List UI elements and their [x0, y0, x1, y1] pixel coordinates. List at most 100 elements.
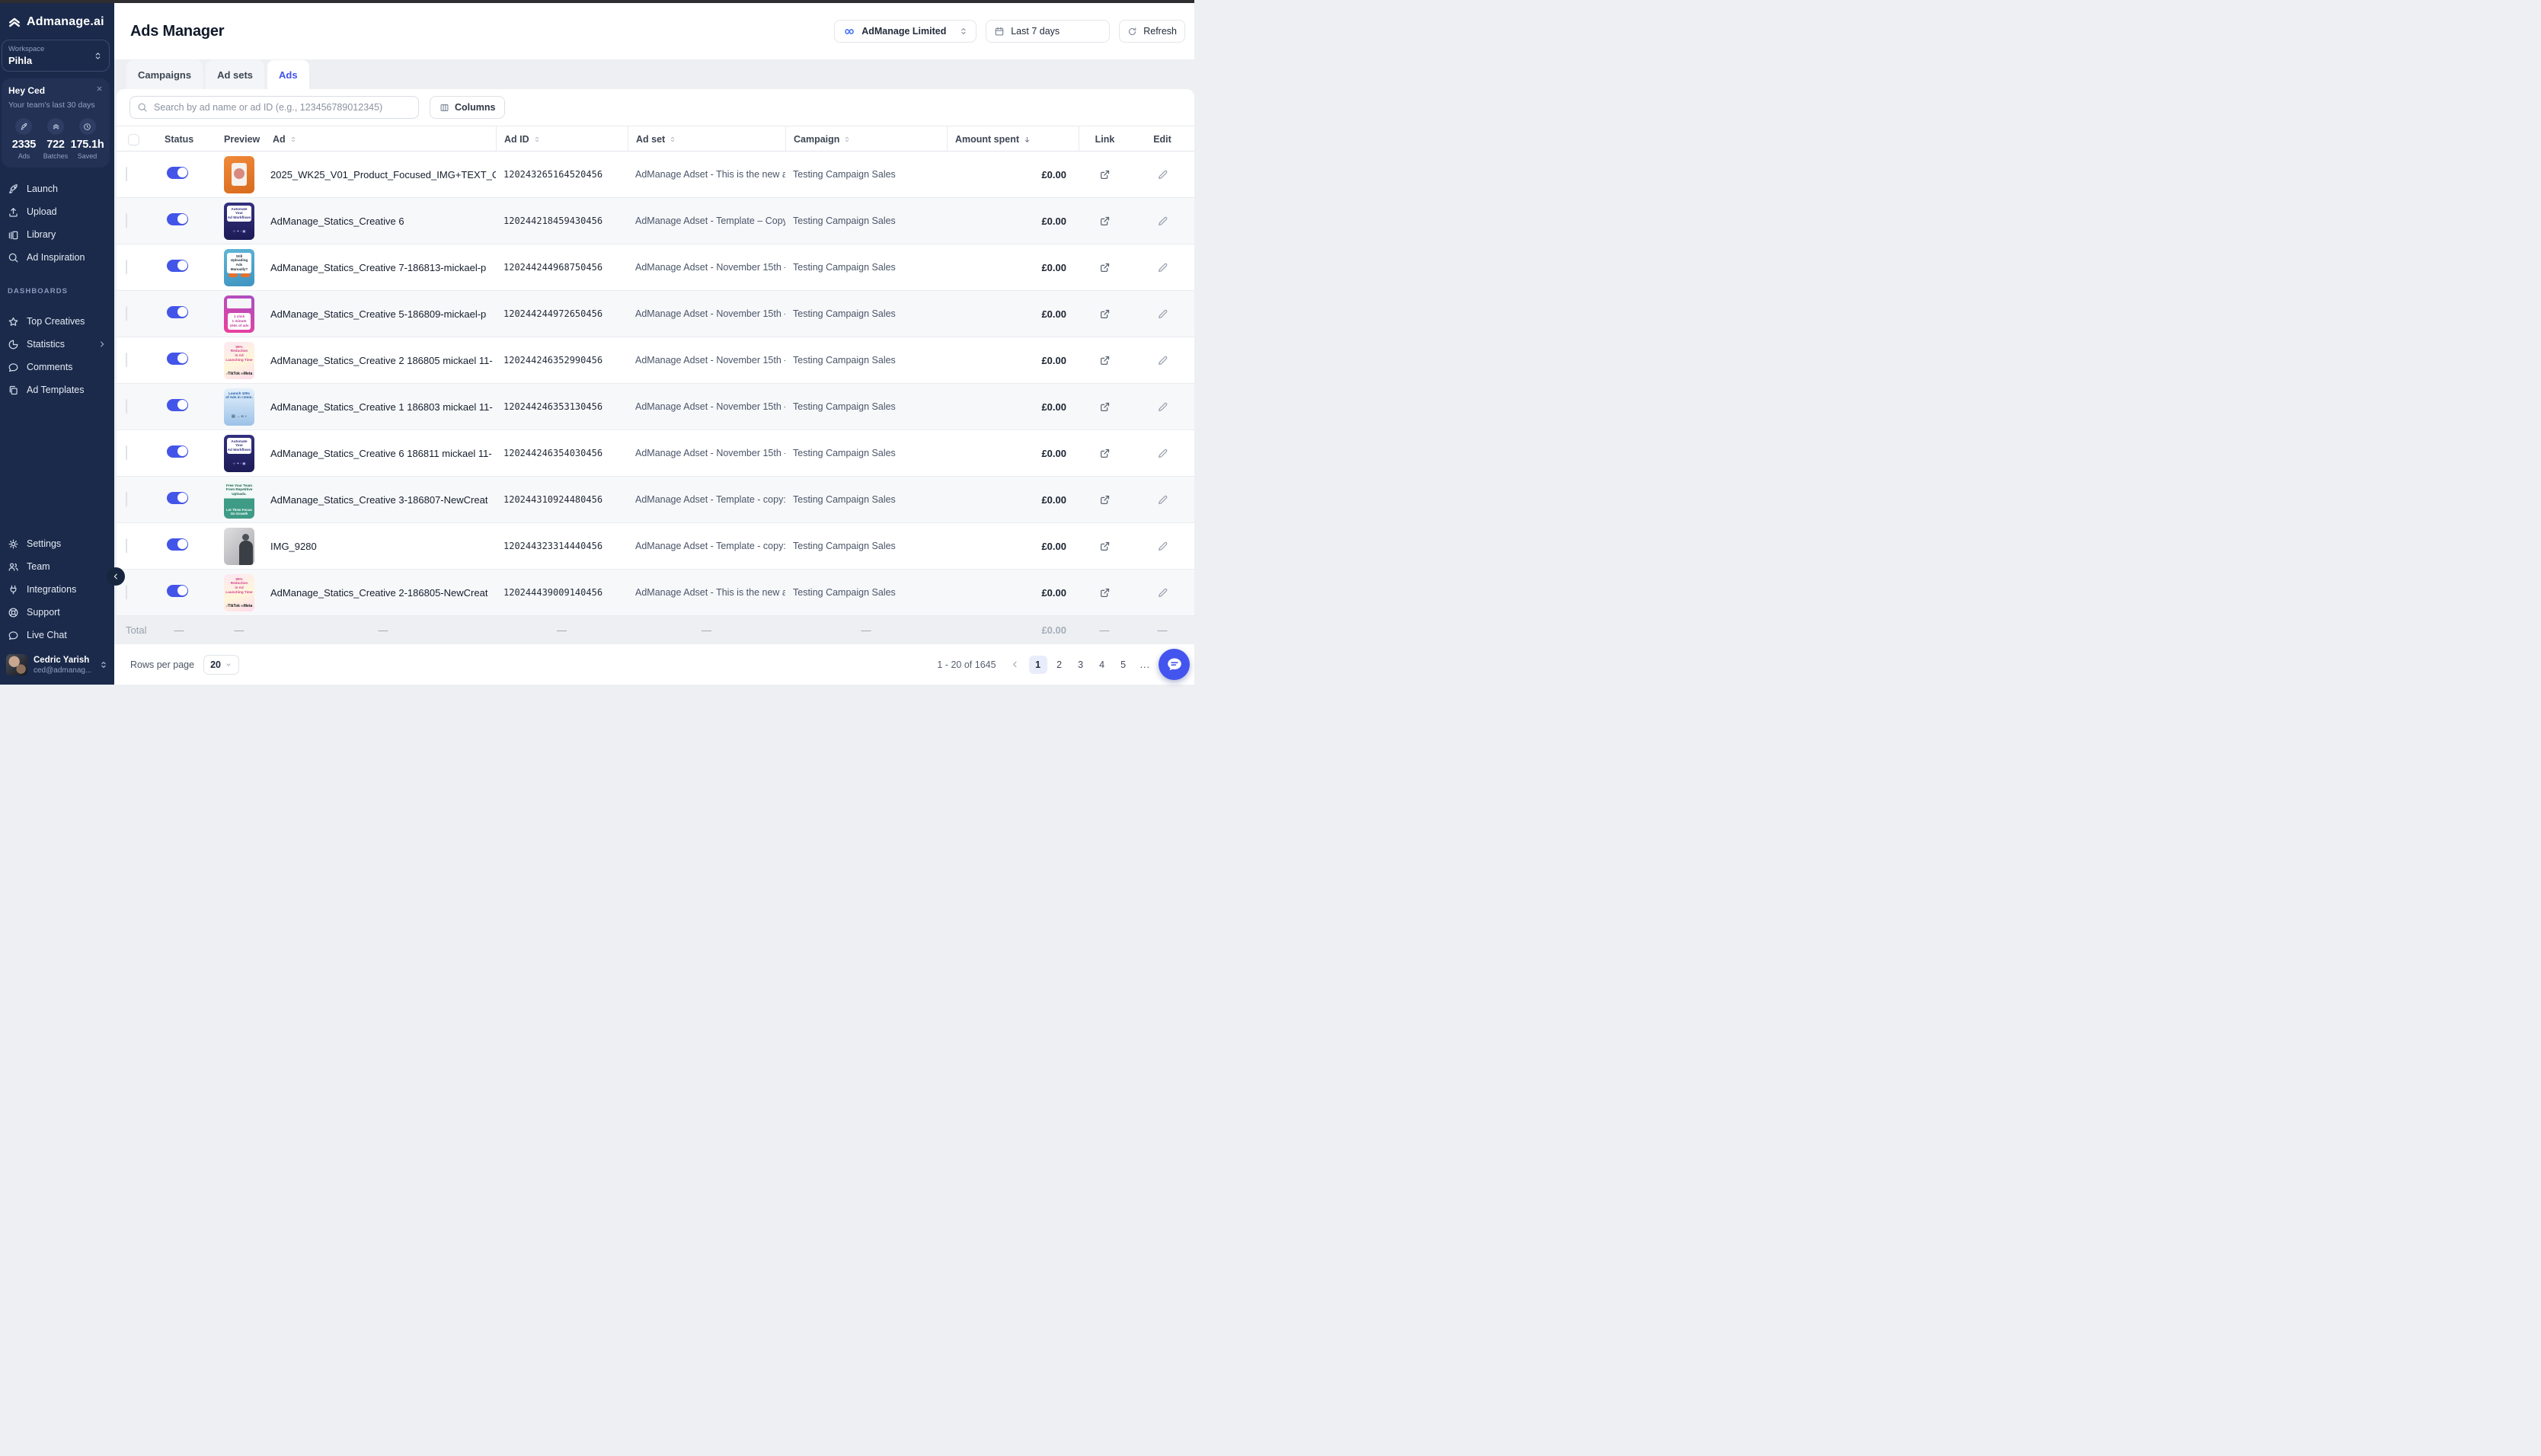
status-toggle[interactable]: [167, 353, 188, 365]
tab[interactable]: Ads: [267, 60, 309, 89]
external-link-icon[interactable]: [1079, 541, 1130, 552]
ad-preview-thumbnail[interactable]: Free Your Team From Repetitive Uploads.: [224, 481, 254, 519]
ad-preview-thumbnail[interactable]: [224, 528, 254, 565]
edit-icon[interactable]: [1130, 308, 1194, 320]
edit-icon[interactable]: [1130, 262, 1194, 273]
select-all-checkbox[interactable]: [128, 134, 139, 145]
sidebar-item-ad-inspiration[interactable]: Ad Inspiration: [0, 246, 114, 269]
status-toggle[interactable]: [167, 167, 188, 179]
column-header-ad-set[interactable]: Ad set: [628, 126, 785, 152]
sidebar-item-ad-templates[interactable]: Ad Templates: [0, 378, 114, 401]
ad-name[interactable]: AdManage_Statics_Creative 5-186809-micka…: [270, 308, 496, 320]
row-checkbox[interactable]: [126, 306, 127, 321]
external-link-icon[interactable]: [1079, 355, 1130, 366]
external-link-icon[interactable]: [1079, 308, 1130, 320]
workspace-selector[interactable]: Workspace Pihla: [2, 40, 110, 72]
status-toggle[interactable]: [167, 399, 188, 411]
edit-icon[interactable]: [1130, 169, 1194, 180]
edit-icon[interactable]: [1130, 448, 1194, 459]
ad-account-selector[interactable]: AdManage Limited: [834, 20, 976, 43]
external-link-icon[interactable]: [1079, 262, 1130, 273]
external-link-icon[interactable]: [1079, 448, 1130, 459]
ad-preview-thumbnail[interactable]: [224, 156, 254, 193]
status-toggle[interactable]: [167, 213, 188, 225]
status-toggle[interactable]: [167, 306, 188, 318]
brand-logo[interactable]: Admanage.ai: [0, 3, 114, 37]
ad-preview-thumbnail[interactable]: Automate Your Ad Workflows: [224, 203, 254, 240]
row-checkbox[interactable]: [126, 260, 127, 274]
row-checkbox[interactable]: [126, 445, 127, 460]
sidebar-item-team[interactable]: Team: [0, 555, 114, 578]
sidebar-item-statistics[interactable]: Statistics: [0, 333, 114, 356]
column-header-ad-id[interactable]: Ad ID: [496, 126, 628, 152]
ad-preview-thumbnail[interactable]: 1 click 1 minute 100s of ads: [224, 295, 254, 333]
row-checkbox[interactable]: [126, 538, 127, 553]
live-chat-fab[interactable]: [1159, 649, 1190, 680]
status-toggle[interactable]: [167, 538, 188, 551]
ad-name[interactable]: IMG_9280: [270, 541, 496, 552]
ad-preview-thumbnail[interactable]: Still Uploading Ads Manually?: [224, 249, 254, 286]
close-icon[interactable]: [95, 85, 104, 93]
sidebar-collapse-button[interactable]: [107, 567, 125, 586]
page-button[interactable]: 4: [1093, 656, 1111, 674]
row-checkbox[interactable]: [126, 399, 127, 413]
rows-per-page-select[interactable]: 20: [203, 655, 239, 675]
edit-icon[interactable]: [1130, 587, 1194, 599]
sidebar-item-settings[interactable]: Settings: [0, 532, 114, 555]
ad-preview-thumbnail[interactable]: 95% Reduction in Ad Launching Time: [224, 574, 254, 611]
row-checkbox[interactable]: [126, 492, 127, 506]
ad-name[interactable]: AdManage_Statics_Creative 2-186805-NewCr…: [270, 587, 496, 599]
sidebar-item-live-chat[interactable]: Live Chat: [0, 624, 114, 647]
sidebar-item-comments[interactable]: Comments: [0, 356, 114, 378]
edit-icon[interactable]: [1130, 401, 1194, 413]
ad-name[interactable]: AdManage_Statics_Creative 6: [270, 216, 496, 227]
page-button[interactable]: 2: [1050, 656, 1069, 674]
column-header-ad[interactable]: Ad: [270, 126, 496, 152]
external-link-icon[interactable]: [1079, 216, 1130, 227]
page-button[interactable]: 1: [1029, 656, 1047, 674]
user-menu[interactable]: Cedric Yarish ced@admanag...: [0, 647, 114, 685]
row-checkbox[interactable]: [126, 167, 127, 181]
edit-icon[interactable]: [1130, 355, 1194, 366]
ad-name[interactable]: AdManage_Statics_Creative 6 186811 micka…: [270, 448, 496, 459]
column-header-amount-spent[interactable]: Amount spent: [947, 126, 1079, 152]
ad-preview-thumbnail[interactable]: Automate Your Ad Workflows: [224, 435, 254, 472]
sidebar-item-top-creatives[interactable]: Top Creatives: [0, 310, 114, 333]
ad-preview-thumbnail[interactable]: Launch 100s of Ads in <1min.: [224, 388, 254, 426]
column-header-campaign[interactable]: Campaign: [785, 126, 947, 152]
external-link-icon[interactable]: [1079, 401, 1130, 413]
edit-icon[interactable]: [1130, 541, 1194, 552]
columns-button[interactable]: Columns: [430, 96, 505, 119]
refresh-button[interactable]: Refresh: [1119, 20, 1185, 43]
sidebar-item-integrations[interactable]: Integrations: [0, 578, 114, 601]
row-checkbox[interactable]: [126, 585, 127, 599]
ad-name[interactable]: AdManage_Statics_Creative 3-186807-NewCr…: [270, 494, 496, 506]
date-range-selector[interactable]: Last 7 days: [986, 20, 1110, 43]
sidebar-item-upload[interactable]: Upload: [0, 200, 114, 223]
ad-name[interactable]: AdManage_Statics_Creative 7-186813-micka…: [270, 262, 496, 273]
sidebar-item-library[interactable]: Library: [0, 223, 114, 246]
previous-page-button[interactable]: [1008, 659, 1021, 669]
ad-name[interactable]: AdManage_Statics_Creative 2 186805 micka…: [270, 355, 496, 366]
search-input[interactable]: [129, 96, 419, 119]
ad-name[interactable]: AdManage_Statics_Creative 1 186803 micka…: [270, 401, 496, 413]
external-link-icon[interactable]: [1079, 587, 1130, 599]
sidebar-item-launch[interactable]: Launch: [0, 177, 114, 200]
edit-icon[interactable]: [1130, 494, 1194, 506]
edit-icon[interactable]: [1130, 216, 1194, 227]
row-checkbox[interactable]: [126, 213, 127, 228]
page-button[interactable]: 3: [1072, 656, 1090, 674]
ad-name[interactable]: 2025_WK25_V01_Product_Focused_IMG+TEXT_C: [270, 169, 496, 180]
status-toggle[interactable]: [167, 585, 188, 597]
row-checkbox[interactable]: [126, 353, 127, 367]
external-link-icon[interactable]: [1079, 494, 1130, 506]
status-toggle[interactable]: [167, 492, 188, 504]
status-toggle[interactable]: [167, 260, 188, 272]
tab[interactable]: Campaigns: [126, 60, 203, 89]
sidebar-item-support[interactable]: Support: [0, 601, 114, 624]
tab[interactable]: Ad sets: [206, 60, 264, 89]
status-toggle[interactable]: [167, 445, 188, 458]
ad-preview-thumbnail[interactable]: 95% Reduction in Ad Launching Time: [224, 342, 254, 379]
external-link-icon[interactable]: [1079, 169, 1130, 180]
page-button[interactable]: 5: [1114, 656, 1133, 674]
